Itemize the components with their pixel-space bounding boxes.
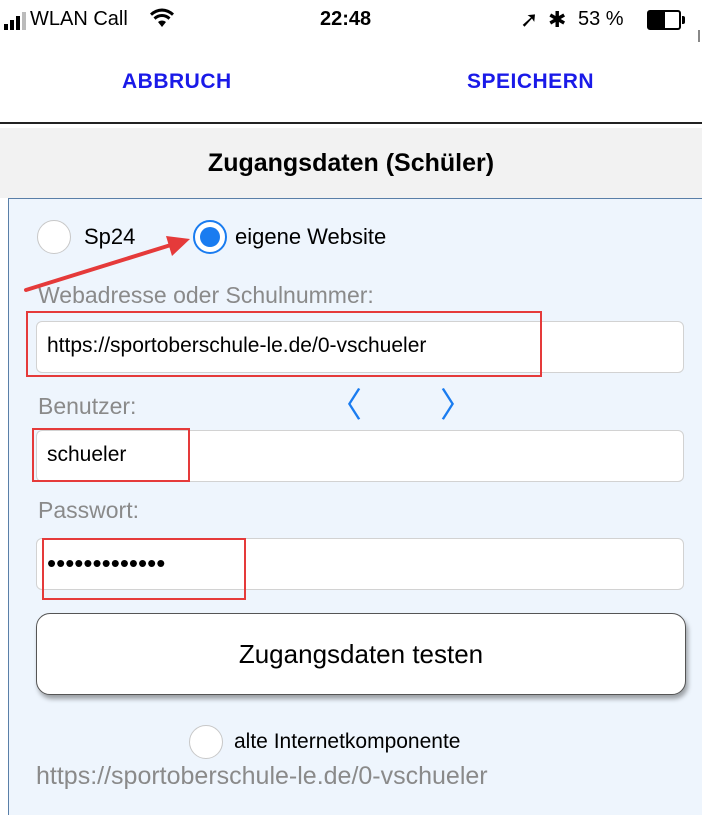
legacy-url-text: https://sportoberschule-le.de/0-vschuele…	[36, 762, 488, 790]
section-title: Zugangsdaten (Schüler)	[0, 128, 702, 198]
radio-legacy-component-label[interactable]: alte Internetkomponente	[234, 730, 461, 754]
password-label: Passwort:	[38, 497, 139, 523]
radio-sp24-label[interactable]: Sp24	[84, 224, 135, 250]
signal-bars-icon	[4, 12, 26, 30]
radio-own-website[interactable]	[193, 220, 227, 254]
password-input[interactable]: •••••••••••••	[36, 538, 684, 590]
clock: 22:48	[320, 8, 372, 30]
radio-own-website-label[interactable]: eigene Website	[235, 224, 386, 250]
save-button[interactable]: SPEICHERN	[467, 70, 594, 94]
user-input[interactable]: schueler	[36, 430, 684, 482]
chevron-right-icon[interactable]: 〉	[440, 378, 474, 427]
battery-cap	[682, 16, 685, 24]
wifi-icon	[150, 8, 174, 27]
url-input[interactable]: https://sportoberschule-le.de/0-vschuele…	[36, 321, 684, 373]
bluetooth-icon: ✱	[548, 7, 567, 32]
radio-legacy-component[interactable]	[189, 725, 223, 759]
location-arrow-icon: ➚	[520, 7, 539, 32]
battery-percent: 53 %	[578, 8, 624, 30]
chevron-left-icon[interactable]: 〈	[328, 378, 362, 427]
battery-icon	[647, 10, 681, 30]
user-label: Benutzer:	[38, 393, 137, 419]
divider	[0, 122, 702, 124]
status-bar: WLAN Call 22:48 ➚ ✱ 53 %	[0, 0, 702, 40]
carrier-label: WLAN Call	[30, 8, 128, 30]
url-label: Webadresse oder Schulnummer:	[38, 282, 374, 308]
radio-sp24[interactable]	[37, 220, 71, 254]
test-credentials-button[interactable]: Zugangsdaten testen	[36, 613, 686, 695]
battery-fill	[649, 12, 665, 28]
cancel-button[interactable]: ABBRUCH	[122, 70, 232, 94]
radio-selected-dot	[200, 227, 220, 247]
scroll-edge	[698, 30, 700, 42]
